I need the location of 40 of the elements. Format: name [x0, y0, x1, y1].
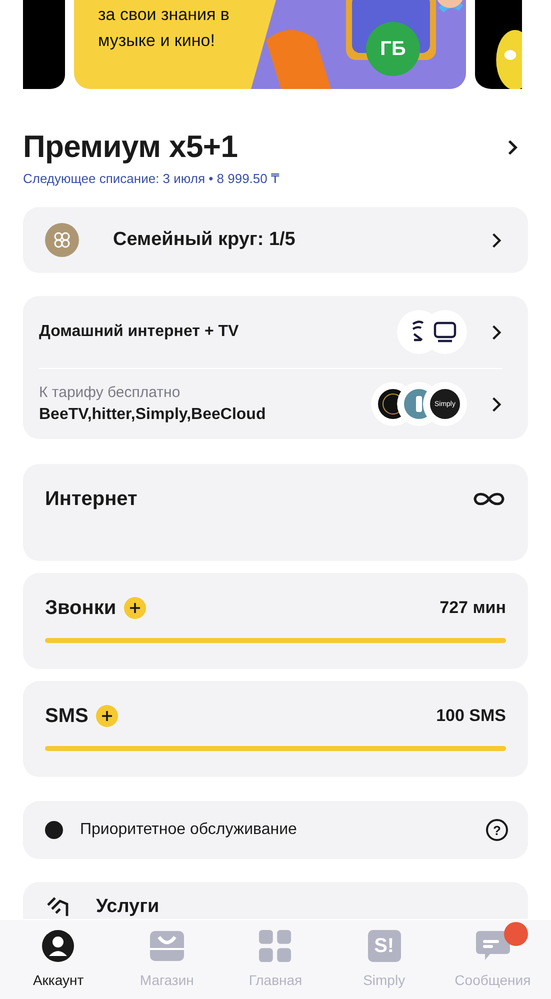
chevron-icon: [491, 396, 502, 412]
priority-label: Приоритетное обслуживание: [80, 821, 298, 839]
chevron-icon[interactable]: [507, 138, 518, 156]
services-label: Услуги: [96, 895, 160, 918]
banner-text: музыке и кино!: [98, 30, 216, 52]
tariff-title: Премиум x5+1: [23, 129, 238, 165]
grid-icon: [258, 930, 292, 962]
infinity-icon: [472, 490, 506, 508]
chevron-icon: [491, 232, 502, 248]
services-card[interactable]: Услуги: [23, 882, 528, 919]
free-services-list: BeeTV,hitter,Simply,BeeCloud: [39, 406, 371, 424]
chat-icon: [476, 930, 510, 962]
internet-card[interactable]: Интернет: [23, 464, 528, 561]
balance-name: SMS: [45, 704, 88, 728]
plus-icon[interactable]: [124, 597, 146, 619]
tab[interactable]: Аккаунт: [6, 920, 110, 999]
account-icon: [41, 930, 76, 962]
chevron-icon: [491, 324, 502, 340]
billing-info: Следующее списание: 3 июля • 8 999.50 ₸: [23, 171, 280, 187]
priority-card[interactable]: Приоритетное обслуживание ?: [23, 801, 528, 859]
family-card[interactable]: Семейный круг: 1/5: [23, 207, 528, 273]
bullet-icon: [45, 821, 63, 839]
layers-icon: [45, 895, 71, 917]
free-services-caption: К тарифу бесплатно: [39, 384, 182, 401]
family-icon: [45, 223, 79, 257]
family-label: Семейный круг: 1/5: [113, 229, 296, 251]
help-button[interactable]: ?: [486, 819, 508, 841]
balance-value: 100 SMS: [436, 706, 506, 726]
banner-text: за свои знания в: [98, 4, 230, 26]
shopping-bag-icon: [150, 930, 184, 962]
simply-icon: S!: [368, 930, 401, 962]
promo-banner[interactable]: за свои знания в музыке и кино! ГБ: [74, 0, 466, 89]
balance-value: 727 мин: [440, 598, 506, 618]
home-internet-row[interactable]: Домашний интернет + TV: [39, 296, 502, 369]
home-internet-label: Домашний интернет + TV: [39, 323, 240, 341]
balance-card[interactable]: SMS 100 SMS: [23, 681, 528, 777]
balance-name: Интернет: [45, 488, 138, 510]
balance-name: Звонки: [45, 596, 116, 620]
balance-card[interactable]: Звонки 727 мин: [23, 573, 528, 669]
plus-icon[interactable]: [96, 705, 118, 727]
